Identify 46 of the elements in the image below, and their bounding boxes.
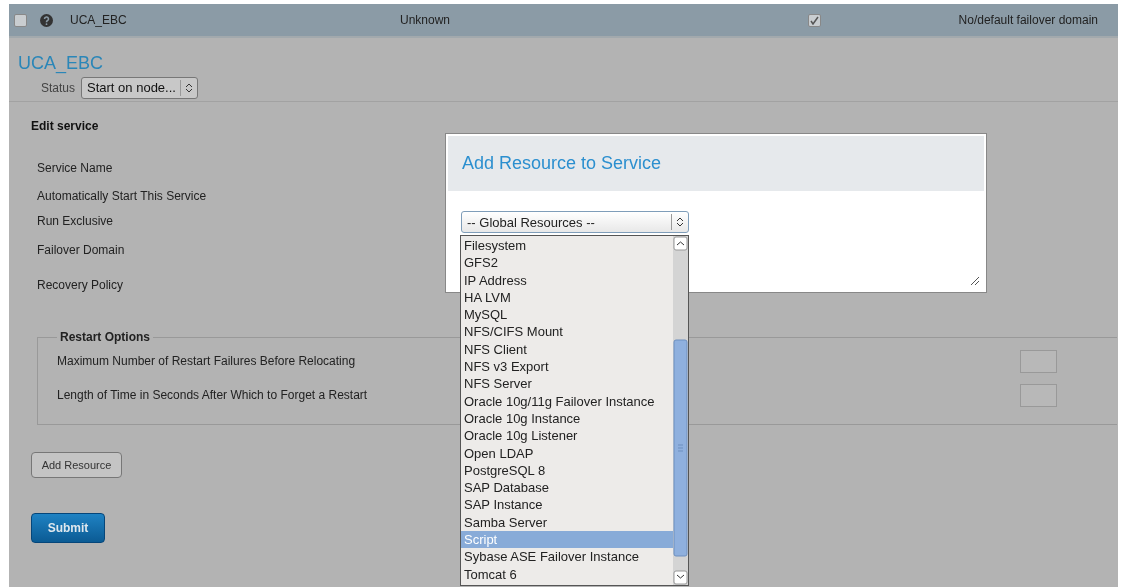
- field-label: Automatically Start This Service: [37, 189, 207, 203]
- status-select[interactable]: Start on node...: [81, 76, 198, 99]
- dropdown-option[interactable]: MySQL: [461, 306, 673, 324]
- dropdown-option[interactable]: Oracle 10g Listener: [461, 427, 673, 445]
- dropdown-option[interactable]: Samba Server: [461, 513, 673, 532]
- dropdown-option[interactable]: Sybase ASE Failover Instance: [461, 548, 673, 566]
- scrollbar-drawing[interactable]: [673, 236, 688, 585]
- input-field[interactable]: [1020, 383, 1057, 407]
- up-down-arrows-icon: [676, 217, 684, 227]
- dropdown-option[interactable]: NFS Server: [461, 375, 673, 393]
- dropdown-option[interactable]: SAP Instance: [461, 496, 673, 514]
- field-label: Failover Domain: [37, 243, 125, 257]
- help-icon: [40, 13, 53, 27]
- dialog-title: Add Resource to Service: [448, 136, 984, 191]
- service-title: UCA_EBC: [17, 52, 105, 74]
- field-label: Recovery Policy: [37, 278, 124, 292]
- field-label: Maximum Number of Restart Failures Before Relocating: [57, 354, 356, 368]
- dropdown-option[interactable]: Oracle 10g Instance: [461, 409, 673, 428]
- up-down-arrows-icon: [184, 82, 193, 93]
- input-field[interactable]: [1020, 349, 1057, 373]
- dropdown-option[interactable]: IP Address: [461, 271, 673, 289]
- dropdown-option[interactable]: PostgreSQL 8: [461, 461, 673, 480]
- restart-options-legend: Restart Options: [57, 330, 153, 344]
- dropdown-option[interactable]: Oracle 10g/11g Failover Instance: [461, 392, 673, 410]
- dropdown-option[interactable]: NFS/CIFS Mount: [461, 323, 673, 341]
- field-label: Service Name: [37, 161, 113, 175]
- dropdown-option[interactable]: NFS Client: [461, 340, 673, 359]
- status-label: Status: [41, 80, 76, 95]
- dropdown-option[interactable]: HA LVM: [461, 288, 673, 307]
- service-name: UCA_EBC: [70, 13, 128, 27]
- failover-domain: No/default failover domain: [958, 13, 1099, 27]
- add-resource-button[interactable]: Add Resource: [31, 452, 122, 478]
- dropdown-option[interactable]: Filesystem: [461, 237, 673, 255]
- resize-grip-icon[interactable]: [970, 276, 980, 286]
- dropdown-option[interactable]: NFS v3 Export: [461, 358, 673, 376]
- service-status: Unknown: [400, 13, 452, 27]
- row-checkbox[interactable]: [14, 13, 27, 27]
- edit-service-heading: Edit service: [31, 119, 99, 133]
- field-label: Length of Time in Seconds After Which to Forget a Restart: [57, 388, 368, 402]
- submit-button[interactable]: Submit: [31, 513, 105, 543]
- dropdown-option[interactable]: Open LDAP: [461, 444, 673, 462]
- dropdown-option[interactable]: GFS2: [461, 254, 673, 272]
- dropdown-option[interactable]: Tomcat 6: [461, 565, 673, 583]
- dropdown-option[interactable]: SAP Database: [461, 479, 673, 497]
- resource-select[interactable]: -- Global Resources --: [461, 211, 689, 233]
- field-label: Run Exclusive: [37, 214, 114, 228]
